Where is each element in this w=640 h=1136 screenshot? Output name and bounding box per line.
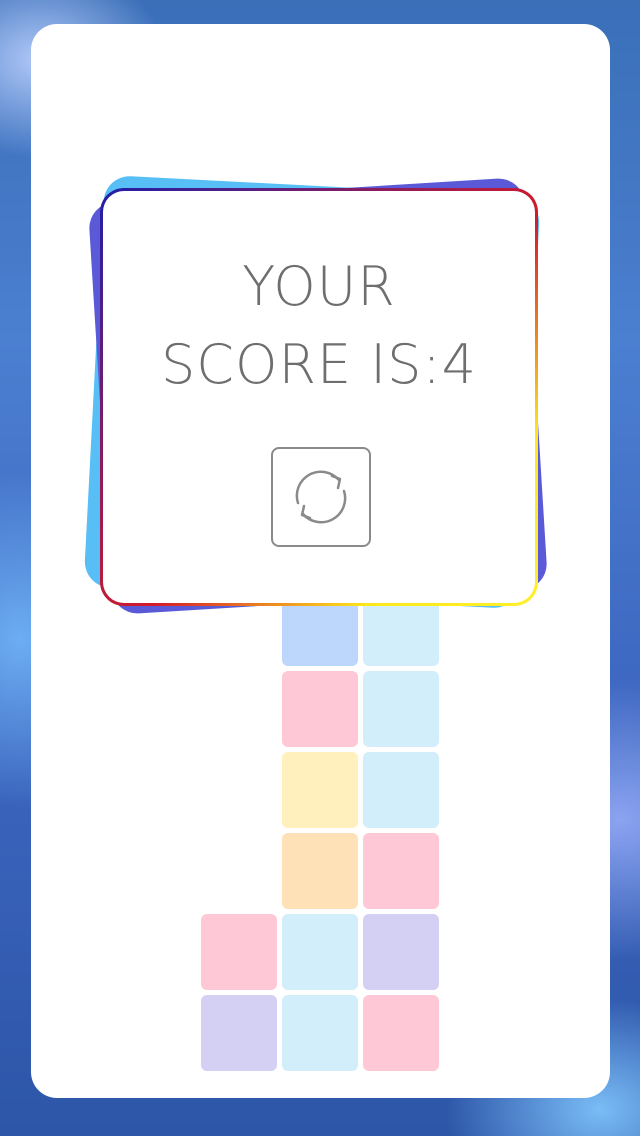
game-over-card: YOUR SCORE IS:4 bbox=[100, 188, 538, 606]
score-heading-line2: SCORE IS:4 bbox=[103, 335, 535, 395]
score-value: 4 bbox=[441, 333, 478, 396]
tower-block bbox=[363, 671, 439, 747]
tower-block bbox=[282, 752, 358, 828]
tower-block bbox=[282, 995, 358, 1071]
tower-block bbox=[201, 914, 277, 990]
tower-block bbox=[282, 914, 358, 990]
restart-button[interactable] bbox=[271, 447, 371, 547]
score-heading-line1: YOUR bbox=[242, 255, 396, 318]
tower-block bbox=[201, 995, 277, 1071]
tower-block bbox=[363, 995, 439, 1071]
tower-block bbox=[282, 833, 358, 909]
score-label: SCORE IS: bbox=[160, 333, 442, 396]
tower-block bbox=[363, 833, 439, 909]
tower-block bbox=[363, 914, 439, 990]
tower-block bbox=[363, 752, 439, 828]
refresh-icon bbox=[295, 470, 347, 524]
tower-block bbox=[282, 671, 358, 747]
